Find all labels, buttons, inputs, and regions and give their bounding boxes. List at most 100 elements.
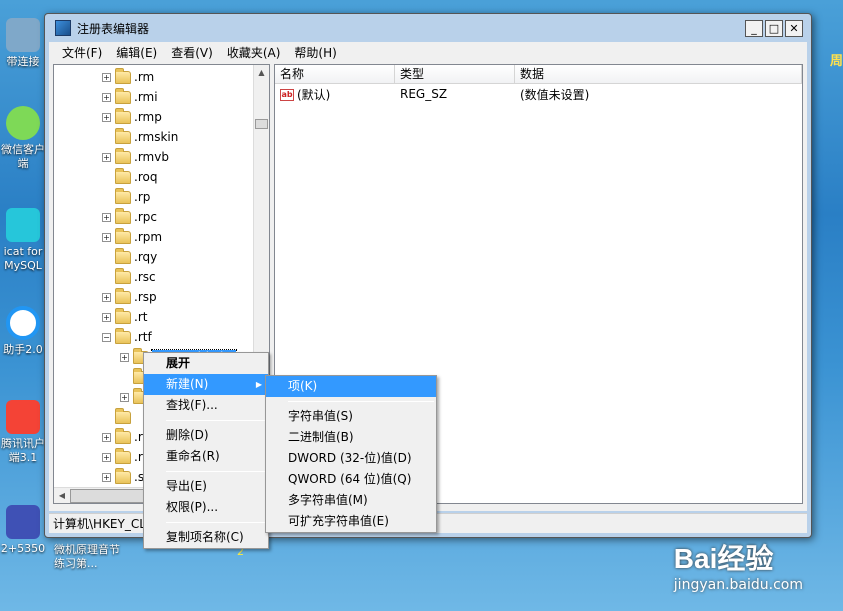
menu-item-label: 字符串值(S) bbox=[288, 409, 353, 423]
tree-item-label: .rm bbox=[134, 70, 155, 84]
menu-item[interactable]: 导出(E) bbox=[144, 476, 268, 497]
expand-icon[interactable]: + bbox=[102, 292, 111, 302]
tree-item[interactable]: +.s bbox=[102, 467, 144, 487]
menu-file[interactable]: 文件(F) bbox=[55, 44, 109, 61]
desktop-icon-navicat[interactable]: icat for MySQL bbox=[0, 208, 46, 273]
maximize-button[interactable]: □ bbox=[765, 20, 783, 37]
desktop-icon-label: 腾讯讯户端3.1 bbox=[1, 437, 45, 464]
menu-item[interactable]: 复制项名称(C) bbox=[144, 527, 268, 548]
expand-icon[interactable]: + bbox=[102, 72, 111, 82]
folder-icon bbox=[115, 307, 131, 324]
submenu-arrow-icon: ▶ bbox=[255, 380, 262, 389]
tree-item-label: .rsc bbox=[134, 270, 156, 284]
watermark-logo: Bai经验 bbox=[673, 543, 774, 574]
folder-icon bbox=[115, 87, 131, 104]
expand-icon[interactable]: + bbox=[102, 152, 111, 162]
menu-item[interactable]: QWORD (64 位)值(Q) bbox=[266, 469, 436, 490]
tree-item[interactable]: + .rpc bbox=[102, 207, 157, 227]
desktop-icon-wechat[interactable]: 微信客户端 bbox=[0, 106, 46, 171]
folder-icon bbox=[115, 247, 131, 264]
column-name[interactable]: 名称 bbox=[275, 65, 395, 83]
column-type[interactable]: 类型 bbox=[395, 65, 515, 83]
tree-item[interactable]: + .rpm bbox=[102, 227, 162, 247]
hscroll-thumb[interactable] bbox=[70, 489, 154, 503]
value-type: REG_SZ bbox=[400, 87, 448, 101]
navicat-icon bbox=[6, 208, 40, 242]
menu-separator bbox=[166, 420, 266, 421]
menu-item[interactable]: 多字符串值(M) bbox=[266, 490, 436, 511]
minimize-button[interactable]: _ bbox=[745, 20, 763, 37]
menu-item[interactable]: 重命名(R) bbox=[144, 446, 268, 467]
menu-item[interactable]: 权限(P)... bbox=[144, 497, 268, 518]
tree-item[interactable]: + .rt bbox=[102, 307, 147, 327]
tree-item[interactable] bbox=[102, 407, 134, 427]
expand-icon[interactable]: + bbox=[102, 92, 111, 102]
menu-item[interactable]: 展开 bbox=[144, 353, 268, 374]
menu-item-label: 二进制值(B) bbox=[288, 430, 354, 444]
context-menu: 展开新建(N) ▶ 查找(F)... 删除(D) 重命名(R) 导出(E) 权限(P)...… bbox=[143, 352, 269, 549]
menu-separator bbox=[166, 471, 266, 472]
expand-icon[interactable]: + bbox=[102, 112, 111, 122]
expand-icon[interactable]: + bbox=[102, 212, 111, 222]
tree-item[interactable]: .rp bbox=[102, 187, 150, 207]
desktop-icon-helper[interactable]: 助手2.0 bbox=[0, 306, 46, 357]
tree-item[interactable]: + .r bbox=[102, 427, 143, 447]
folder-icon bbox=[115, 447, 131, 464]
menu-item[interactable]: 删除(D) bbox=[144, 425, 268, 446]
value-row[interactable]: ab (默认) REG_SZ (数值未设置) bbox=[275, 84, 802, 104]
expand-icon[interactable]: + bbox=[120, 392, 129, 402]
tree-item-label: .r bbox=[134, 450, 143, 464]
menu-item[interactable]: 二进制值(B) bbox=[266, 427, 436, 448]
menu-item[interactable]: 查找(F)... bbox=[144, 395, 268, 416]
expand-icon[interactable]: + bbox=[102, 312, 111, 322]
menu-item-label: 项(K) bbox=[288, 379, 318, 393]
menu-item[interactable]: 可扩充字符串值(E) bbox=[266, 511, 436, 532]
title-bar[interactable]: 注册表编辑器 _ □ ✕ bbox=[45, 14, 811, 42]
tree-item[interactable]: .roq bbox=[102, 167, 157, 187]
scroll-left-icon[interactable]: ◀ bbox=[54, 488, 70, 503]
collapse-icon[interactable]: − bbox=[102, 332, 111, 342]
menu-favorites[interactable]: 收藏夹(A) bbox=[220, 44, 288, 61]
value-data: (数值未设置) bbox=[520, 87, 590, 102]
expand-icon[interactable]: + bbox=[120, 352, 129, 362]
menu-edit[interactable]: 编辑(E) bbox=[109, 44, 164, 61]
folder-icon bbox=[115, 227, 131, 244]
menu-item[interactable]: DWORD (32-位)值(D) bbox=[266, 448, 436, 469]
tree-item[interactable]: .rmskin bbox=[102, 127, 178, 147]
menu-bar: 文件(F) 编辑(E) 查看(V) 收藏夹(A) 帮助(H) bbox=[49, 42, 807, 62]
expand-icon[interactable]: + bbox=[102, 472, 111, 482]
menu-item-label: 重命名(R) bbox=[166, 449, 220, 463]
column-data[interactable]: 数据 bbox=[515, 65, 802, 83]
desktop-icon-tencent[interactable]: 腾讯讯户端3.1 bbox=[0, 400, 46, 465]
tree-item[interactable]: − .rtf bbox=[102, 327, 152, 347]
desktop-file-label[interactable]: 微机原理音节练习第... bbox=[54, 543, 124, 571]
menu-item[interactable]: 字符串值(S) bbox=[266, 406, 436, 427]
desktop-icon-network[interactable]: 带连接 bbox=[0, 18, 46, 69]
scroll-thumb[interactable] bbox=[255, 119, 268, 129]
tree-item[interactable]: + .rmvb bbox=[102, 147, 169, 167]
menu-item[interactable]: 项(K) bbox=[266, 376, 436, 397]
scroll-up-icon[interactable]: ▲ bbox=[254, 65, 269, 81]
folder-icon bbox=[115, 167, 131, 184]
tree-item-label: .rmskin bbox=[134, 130, 179, 144]
tree-item[interactable]: .rsc bbox=[102, 267, 156, 287]
desktop-icon-app[interactable]: 2+5350 bbox=[0, 505, 46, 556]
expand-icon[interactable]: + bbox=[102, 432, 111, 442]
tree-item[interactable]: + .rm bbox=[102, 67, 154, 87]
tree-item-label: .rmvb bbox=[134, 150, 169, 164]
tree-item[interactable]: + .rmp bbox=[102, 107, 162, 127]
expand-icon[interactable]: + bbox=[102, 232, 111, 242]
expand-icon[interactable]: + bbox=[102, 452, 111, 462]
app-icon bbox=[6, 505, 40, 539]
menu-help[interactable]: 帮助(H) bbox=[287, 44, 343, 61]
tree-item[interactable]: .rqy bbox=[102, 247, 157, 267]
tree-item[interactable]: + .rsp bbox=[102, 287, 157, 307]
list-header: 名称 类型 数据 bbox=[275, 65, 802, 84]
menu-view[interactable]: 查看(V) bbox=[164, 44, 220, 61]
close-button[interactable]: ✕ bbox=[785, 20, 803, 37]
menu-item[interactable]: 新建(N) ▶ bbox=[144, 374, 268, 395]
menu-item-label: QWORD (64 位)值(Q) bbox=[288, 472, 412, 486]
menu-item-label: 新建(N) bbox=[166, 377, 209, 391]
tree-item[interactable]: + .r bbox=[102, 447, 143, 467]
tree-item[interactable]: + .rmi bbox=[102, 87, 158, 107]
